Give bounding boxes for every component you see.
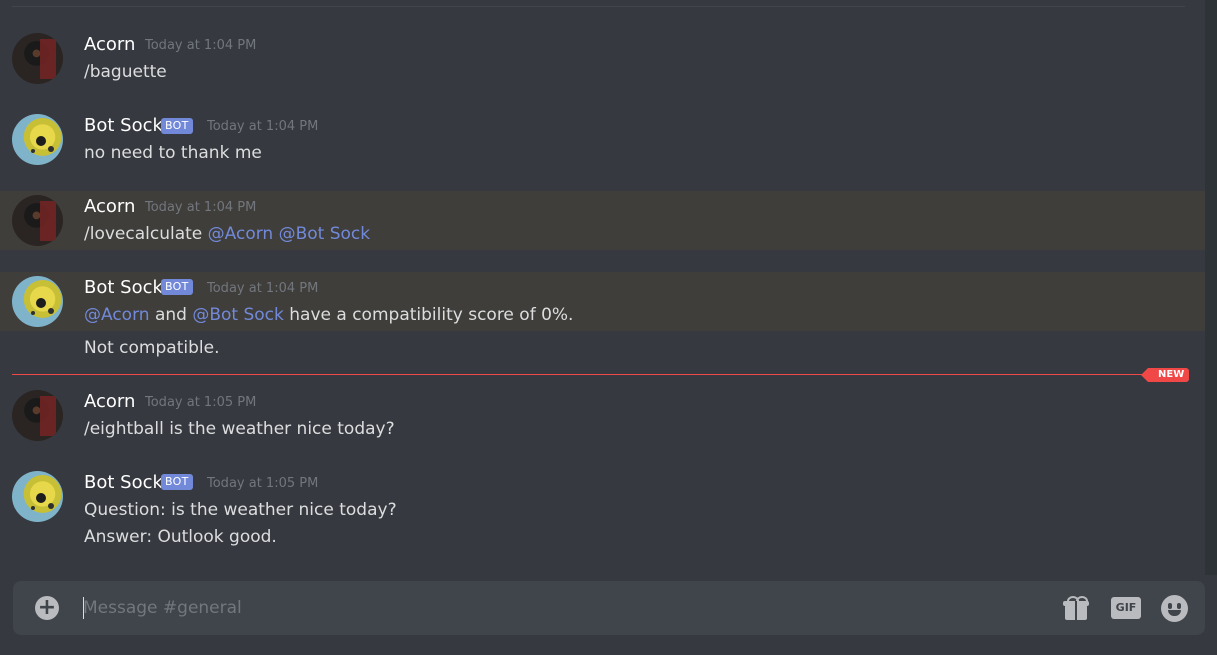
joiner-text: and <box>149 305 193 325</box>
message-text: /lovecalculate @Acorn @Bot Sock <box>84 224 370 244</box>
timestamp: Today at 1:05 PM <box>207 476 319 491</box>
message-group: Bot Sock BOT Today at 1:04 PM no need to… <box>0 111 1205 171</box>
gif-button[interactable]: GIF <box>1111 597 1141 619</box>
message-group: Bot Sock BOT Today at 1:04 PM @Acorn and… <box>0 272 1205 331</box>
avatar[interactable] <box>12 33 63 84</box>
username[interactable]: Acorn <box>84 391 135 412</box>
mention[interactable]: @Bot Sock <box>279 224 371 244</box>
mention[interactable]: @Acorn <box>208 224 274 244</box>
timestamp: Today at 1:04 PM <box>145 200 257 215</box>
message-input[interactable] <box>83 593 983 623</box>
top-divider <box>12 6 1185 7</box>
message-text-continued: Answer: Outlook good. <box>84 527 277 547</box>
avatar[interactable] <box>12 471 63 522</box>
message-group: Bot Sock BOT Today at 1:05 PM Question: … <box>0 468 1205 553</box>
username[interactable]: Acorn <box>84 196 135 217</box>
message-group: Acorn Today at 1:04 PM /lovecalculate @A… <box>0 191 1205 250</box>
new-messages-divider <box>12 374 1152 375</box>
bot-tag: BOT <box>161 474 193 490</box>
avatar[interactable] <box>12 195 63 246</box>
text-caret <box>83 597 84 619</box>
bot-tag: BOT <box>161 118 193 134</box>
message-group: Acorn Today at 1:04 PM /baguette <box>0 30 1205 90</box>
message-text: /eightball is the weather nice today? <box>84 419 395 439</box>
avatar[interactable] <box>12 390 63 441</box>
message-text: Question: is the weather nice today? <box>84 500 397 520</box>
avatar[interactable] <box>12 276 63 327</box>
bot-tag: BOT <box>161 279 193 295</box>
message-text: @Acorn and @Bot Sock have a compatibilit… <box>84 305 573 325</box>
username[interactable]: Bot Sock <box>84 277 163 298</box>
timestamp: Today at 1:04 PM <box>145 38 257 53</box>
username[interactable]: Acorn <box>84 34 135 55</box>
emoji-button[interactable] <box>1161 595 1188 622</box>
timestamp: Today at 1:05 PM <box>145 395 257 410</box>
avatar[interactable] <box>12 114 63 165</box>
mention[interactable]: @Bot Sock <box>192 305 284 325</box>
username[interactable]: Bot Sock <box>84 472 163 493</box>
message-text: no need to thank me <box>84 143 262 163</box>
gift-button[interactable] <box>1063 596 1089 620</box>
command-text: /lovecalculate <box>84 224 208 244</box>
mention[interactable]: @Acorn <box>84 305 150 325</box>
message-text: /baguette <box>84 62 167 82</box>
timestamp: Today at 1:04 PM <box>207 119 319 134</box>
message-group: Acorn Today at 1:05 PM /eightball is the… <box>0 387 1205 447</box>
scrollbar[interactable] <box>1205 0 1217 575</box>
message-composer: + GIF <box>13 581 1205 635</box>
new-messages-badge: NEW <box>1140 368 1190 382</box>
gif-icon: GIF <box>1115 601 1137 614</box>
add-attachment-button[interactable]: + <box>35 596 59 620</box>
chat-window: Acorn Today at 1:04 PM /baguette Bot Soc… <box>0 0 1217 655</box>
username[interactable]: Bot Sock <box>84 115 163 136</box>
add-icon: + <box>37 595 57 620</box>
message-text-continued: Not compatible. <box>84 338 220 358</box>
result-text: have a compatibility score of 0%. <box>283 305 574 325</box>
timestamp: Today at 1:04 PM <box>207 281 319 296</box>
